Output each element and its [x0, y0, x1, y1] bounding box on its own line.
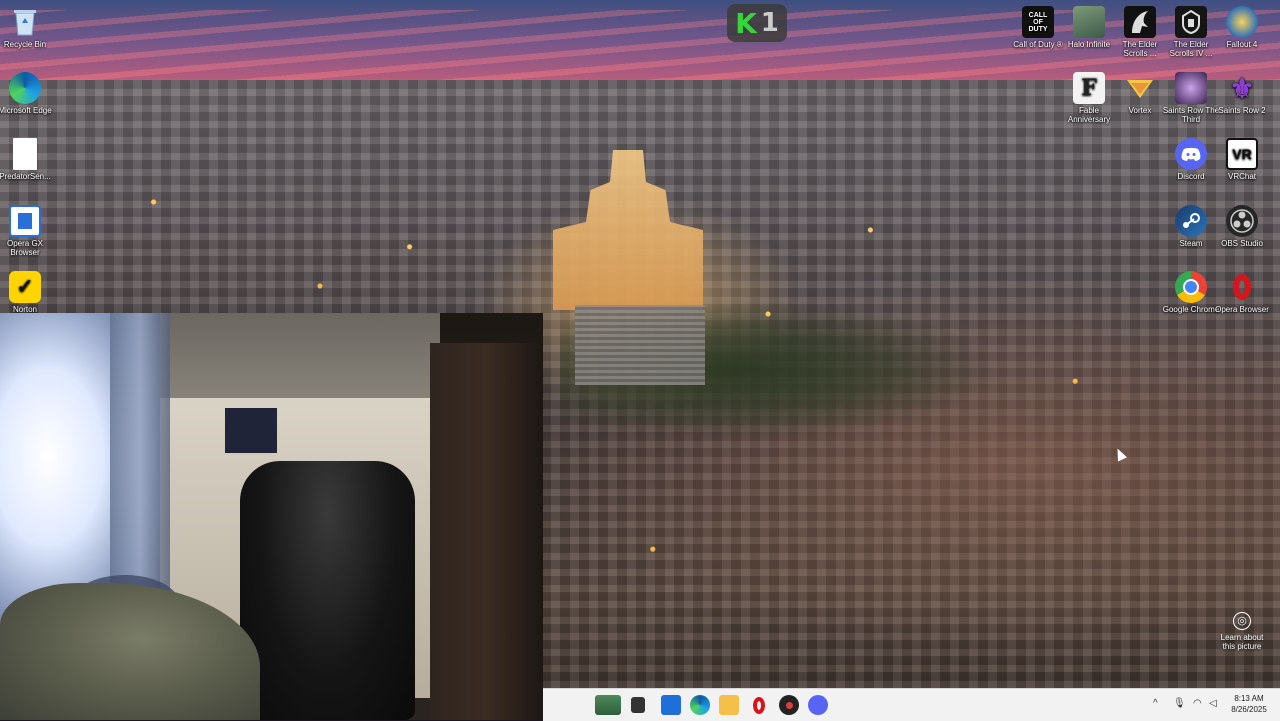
elder-scrolls-icon — [1124, 6, 1156, 38]
task-view-icon[interactable] — [631, 697, 645, 713]
webcam-ceiling — [140, 313, 440, 408]
norton-icon: ✓ — [9, 271, 41, 303]
widgets-icon[interactable] — [661, 695, 681, 715]
volume-icon[interactable]: ◁ — [1209, 698, 1217, 709]
desktop-icon-label: PredatorSen... — [0, 172, 51, 181]
webcam-door — [430, 343, 543, 720]
wifi-icon[interactable]: ◠ — [1193, 698, 1202, 709]
clock-time: 8:13 AM — [1234, 694, 1264, 703]
opera-icon — [1226, 271, 1258, 303]
clock-date: 8/26/2025 — [1231, 705, 1267, 714]
desktop-icon-label: VRChat — [1227, 172, 1256, 181]
taskbar-clock[interactable]: 8:13 AM 8/26/2025 — [1224, 693, 1274, 715]
desktop-icon-label: Opera Browser — [1215, 305, 1269, 314]
vrchat-icon: VR — [1226, 138, 1258, 170]
desktop-icon-label: Opera GX Browser — [6, 239, 43, 257]
halo-infinite-icon — [1073, 6, 1105, 38]
info-camera-icon: ◎ — [1233, 612, 1251, 630]
microphone-icon[interactable]: 🎙 — [1173, 698, 1186, 709]
desktop-icon-vrchat[interactable]: VR VRChat — [1212, 138, 1272, 181]
chrome-icon — [1175, 271, 1207, 303]
k1-logo: K 1 — [727, 4, 787, 42]
taskbar: ^ 🎙 ◠ ◁ 8:13 AM 8/26/2025 — [543, 688, 1280, 721]
desktop-icon-obs-studio[interactable]: OBS Studio — [1212, 205, 1272, 248]
desktop-icon-opera[interactable]: Opera Browser — [1212, 271, 1272, 314]
desk-widget-icon[interactable] — [595, 695, 621, 715]
desktop-icon-edge[interactable]: Microsoft Edge — [0, 72, 55, 115]
vortex-icon — [1124, 72, 1156, 104]
desktop-icon-norton[interactable]: ✓ Norton — [0, 271, 55, 314]
discord-taskbar-icon[interactable] — [808, 695, 828, 715]
saints-row-third-icon — [1175, 72, 1207, 104]
recycle-bin-icon — [9, 6, 41, 38]
desktop-icon-label: OBS Studio — [1221, 239, 1263, 248]
obs-studio-icon — [1226, 205, 1258, 237]
desktop-icon-opera-gx[interactable]: Opera GX Browser — [0, 205, 55, 257]
learn-about-label: Learn about this picture — [1220, 633, 1264, 651]
desktop-icon-label: Saints Row 2 — [1218, 106, 1266, 115]
k1-logo-k: K — [735, 6, 757, 40]
folder-icon[interactable] — [719, 695, 739, 715]
discord-icon — [1175, 138, 1207, 170]
desktop-icon-label: Microsoft Edge — [0, 106, 52, 115]
saints-row-2-icon: ⚜ — [1229, 72, 1255, 104]
desktop-icon-recycle-bin[interactable]: Recycle Bin — [0, 6, 55, 49]
edge-icon — [9, 72, 41, 104]
learn-about-picture[interactable]: ◎ Learn about this picture — [1214, 612, 1270, 651]
edge-taskbar-icon[interactable] — [690, 695, 710, 715]
file-icon — [13, 138, 37, 170]
desktop-icon-label: Fallout 4 — [1226, 40, 1258, 49]
webcam-poster — [225, 408, 277, 453]
desktop-icon-label: Recycle Bin — [3, 40, 47, 49]
opera-taskbar-icon[interactable] — [749, 695, 769, 715]
elder-scrolls-iv-icon — [1175, 6, 1207, 38]
steam-icon — [1175, 205, 1207, 237]
fallout-4-icon — [1226, 6, 1258, 38]
tray-expand-icon[interactable]: ^ — [1153, 698, 1158, 709]
desktop-icon-predatorsense[interactable]: PredatorSen... — [0, 138, 55, 181]
desktop-icon-saints-row-2[interactable]: ⚜ Saints Row 2 — [1212, 72, 1272, 115]
opera-gx-icon — [9, 205, 41, 237]
call-of-duty-icon: CALL OF DUTY — [1022, 6, 1054, 38]
steam-taskbar-icon[interactable] — [779, 695, 799, 715]
webcam-overlay — [0, 313, 543, 720]
webcam-curtain — [110, 313, 170, 613]
desktop-icon-fallout-4[interactable]: Fallout 4 — [1212, 6, 1272, 49]
fable-icon: F — [1073, 72, 1105, 104]
webcam-chair — [240, 461, 415, 720]
k1-logo-one: 1 — [760, 8, 779, 38]
